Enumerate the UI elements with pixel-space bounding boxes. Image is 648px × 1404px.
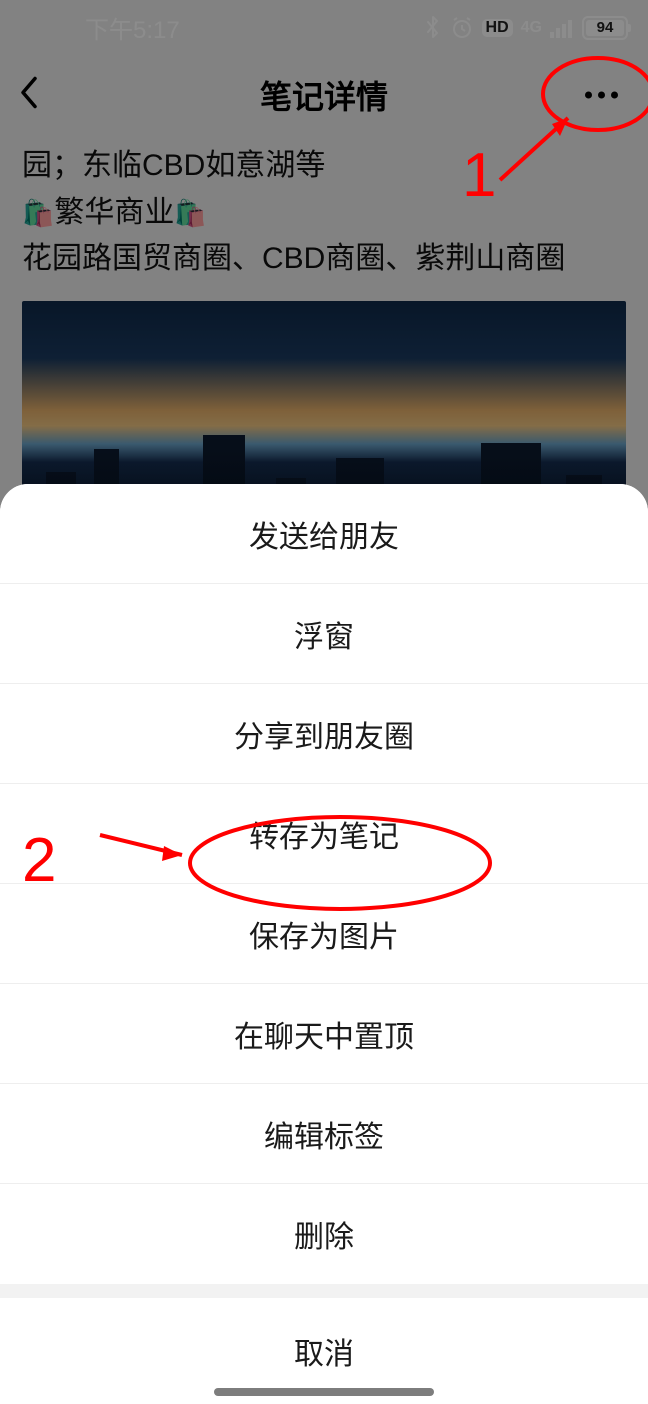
sheet-separator bbox=[0, 1284, 648, 1298]
sheet-item-delete[interactable]: 删除 bbox=[0, 1184, 648, 1284]
sheet-item-save-as-note[interactable]: 转存为笔记 bbox=[0, 784, 648, 884]
sheet-item-save-as-image[interactable]: 保存为图片 bbox=[0, 884, 648, 984]
sheet-item-pin-in-chat[interactable]: 在聊天中置顶 bbox=[0, 984, 648, 1084]
home-indicator[interactable] bbox=[214, 1388, 434, 1396]
annotation-label-2: 2 bbox=[22, 825, 56, 896]
sheet-item-float-window[interactable]: 浮窗 bbox=[0, 584, 648, 684]
sheet-item-send-to-friend[interactable]: 发送给朋友 bbox=[0, 484, 648, 584]
sheet-item-share-moments[interactable]: 分享到朋友圈 bbox=[0, 684, 648, 784]
app-screen: 下午5:17 HD 4G 94 笔记详情 bbox=[0, 0, 648, 1404]
action-sheet: 发送给朋友 浮窗 分享到朋友圈 转存为笔记 保存为图片 在聊天中置顶 编辑标签 … bbox=[0, 484, 648, 1404]
sheet-item-edit-tags[interactable]: 编辑标签 bbox=[0, 1084, 648, 1184]
annotation-label-1: 1 bbox=[462, 140, 496, 211]
